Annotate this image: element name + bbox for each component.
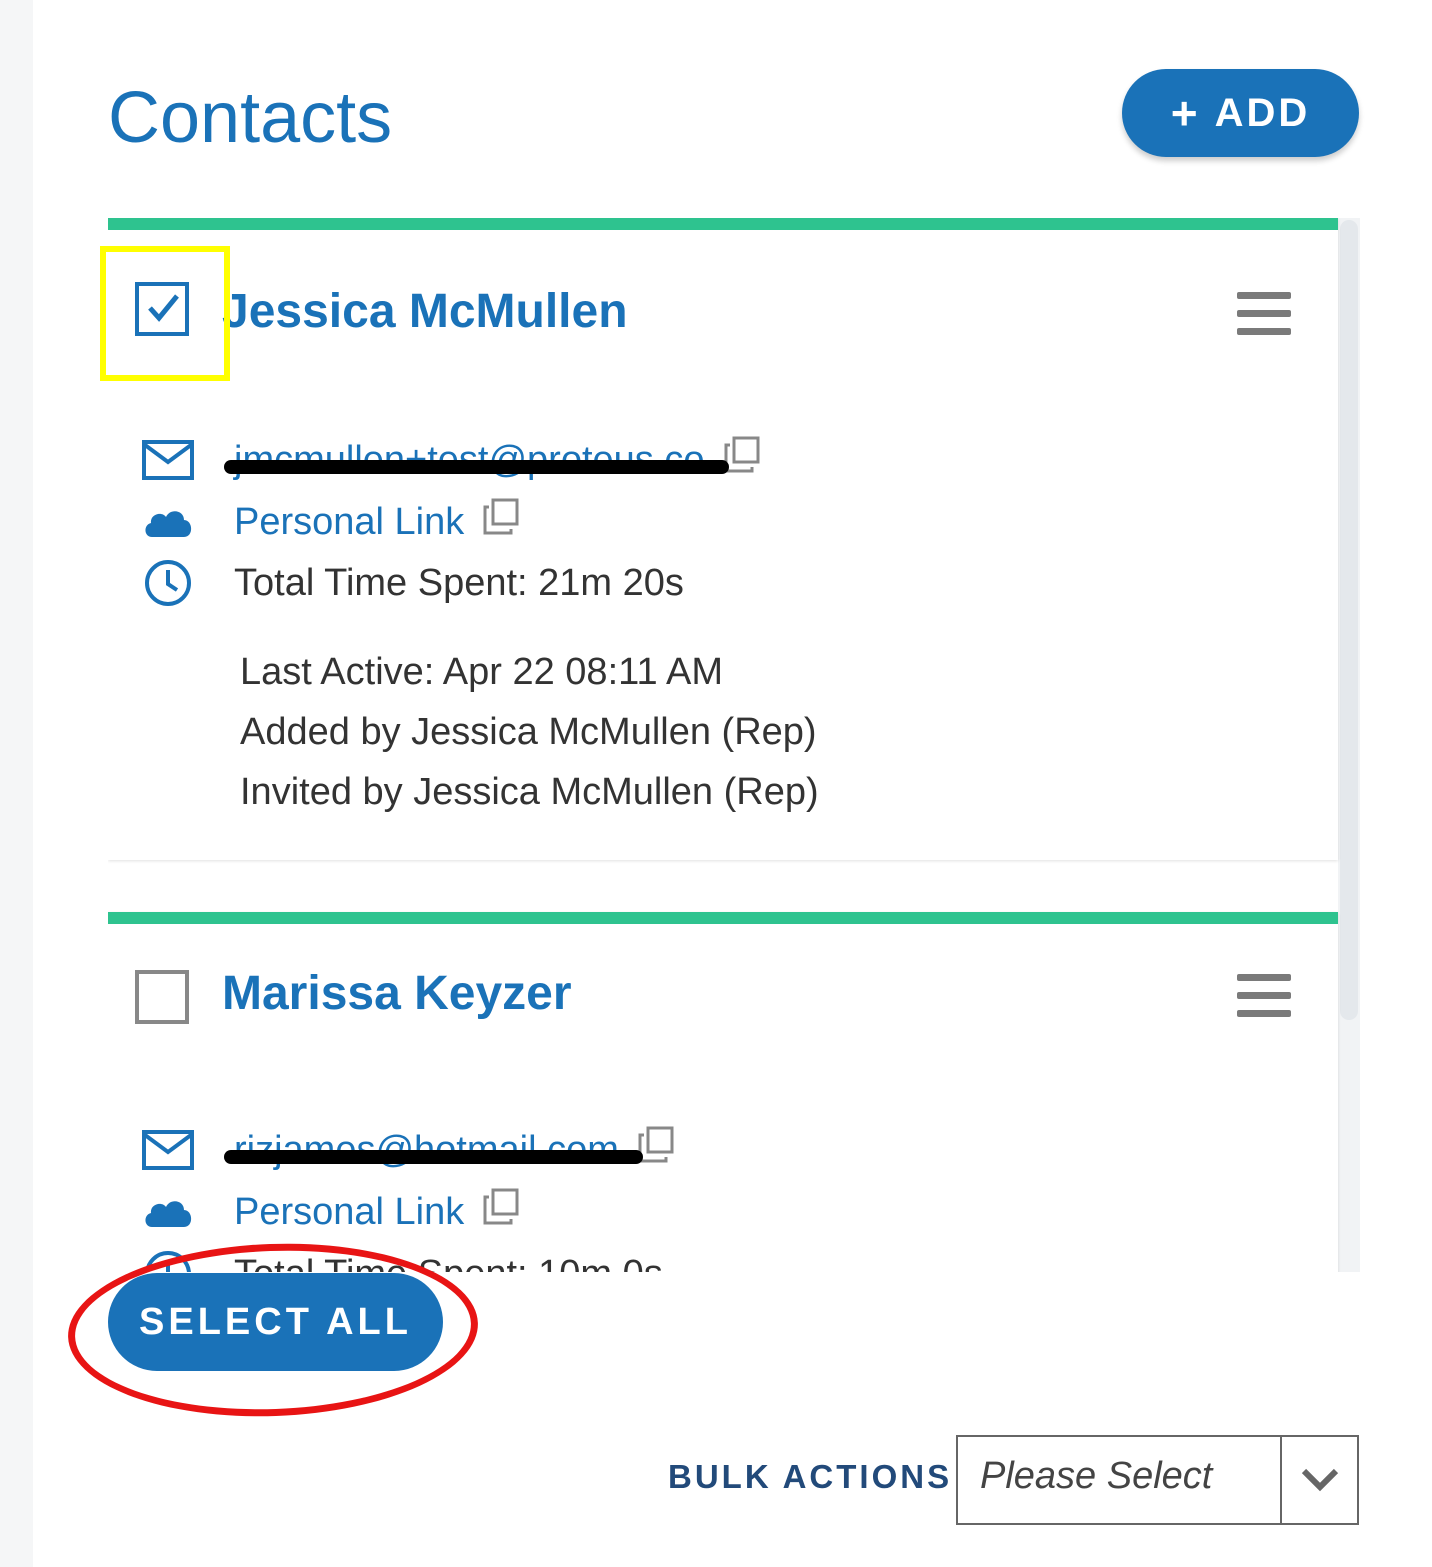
envelope-icon bbox=[140, 437, 196, 483]
hamburger-menu-icon[interactable] bbox=[1237, 292, 1291, 338]
contact-card: Marissa Keyzer rizjames@hotmail.com Pers… bbox=[108, 912, 1338, 1272]
contact-card: Jessica McMullen jmcmullen+test@proteus.… bbox=[108, 218, 1338, 860]
bulk-actions-select[interactable]: Please Select bbox=[956, 1435, 1359, 1525]
highlight-annotation bbox=[100, 246, 230, 381]
added-by: Added by Jessica McMullen (Rep) bbox=[240, 711, 817, 753]
add-contact-button[interactable]: + ADD bbox=[1122, 69, 1359, 157]
contact-email[interactable]: jmcmullen+test@proteus.co bbox=[224, 439, 729, 482]
hamburger-menu-icon[interactable] bbox=[1237, 974, 1291, 1020]
personal-link-row: Personal Link bbox=[140, 492, 520, 552]
page-title: Contacts bbox=[108, 78, 393, 158]
select-placeholder: Please Select bbox=[980, 1455, 1213, 1497]
scrollbar-thumb[interactable] bbox=[1340, 220, 1358, 1020]
contact-list[interactable]: Jessica McMullen jmcmullen+test@proteus.… bbox=[108, 218, 1360, 1272]
cloud-icon bbox=[140, 499, 196, 545]
total-time-spent: Total Time Spent: 21m 20s bbox=[234, 561, 684, 604]
time-spent-row: Total Time Spent: 21m 20s bbox=[140, 553, 684, 613]
add-button-label: ADD bbox=[1214, 90, 1311, 135]
copy-icon[interactable] bbox=[482, 1188, 520, 1236]
contact-email[interactable]: rizjames@hotmail.com bbox=[224, 1129, 643, 1172]
copy-icon[interactable] bbox=[637, 1126, 675, 1174]
scrollbar[interactable] bbox=[1338, 218, 1360, 1272]
redaction-mark bbox=[224, 460, 729, 474]
chevron-down-icon[interactable] bbox=[1300, 1459, 1340, 1504]
select-divider bbox=[1280, 1437, 1282, 1523]
contact-checkbox[interactable] bbox=[135, 970, 189, 1024]
email-row: jmcmullen+test@proteus.co bbox=[140, 430, 761, 490]
contact-name[interactable]: Jessica McMullen bbox=[222, 284, 628, 339]
envelope-icon bbox=[140, 1127, 196, 1173]
cloud-icon bbox=[140, 1189, 196, 1235]
copy-icon[interactable] bbox=[482, 498, 520, 546]
left-edge bbox=[0, 0, 33, 1567]
plus-icon: + bbox=[1170, 87, 1201, 139]
last-active: Last Active: Apr 22 08:11 AM bbox=[240, 651, 724, 693]
copy-icon[interactable] bbox=[723, 436, 761, 484]
personal-link-row: Personal Link bbox=[140, 1182, 520, 1242]
contact-meta: Last Active: Apr 22 08:11 AM Added by Je… bbox=[240, 642, 819, 822]
contact-name[interactable]: Marissa Keyzer bbox=[222, 966, 572, 1021]
personal-link[interactable]: Personal Link bbox=[234, 1191, 464, 1234]
bulk-actions-label: BULK ACTIONS bbox=[668, 1458, 953, 1495]
redaction-mark bbox=[224, 1150, 643, 1164]
invited-by: Invited by Jessica McMullen (Rep) bbox=[240, 771, 819, 813]
personal-link[interactable]: Personal Link bbox=[234, 501, 464, 544]
email-row: rizjames@hotmail.com bbox=[140, 1120, 675, 1180]
clock-icon bbox=[140, 560, 196, 606]
